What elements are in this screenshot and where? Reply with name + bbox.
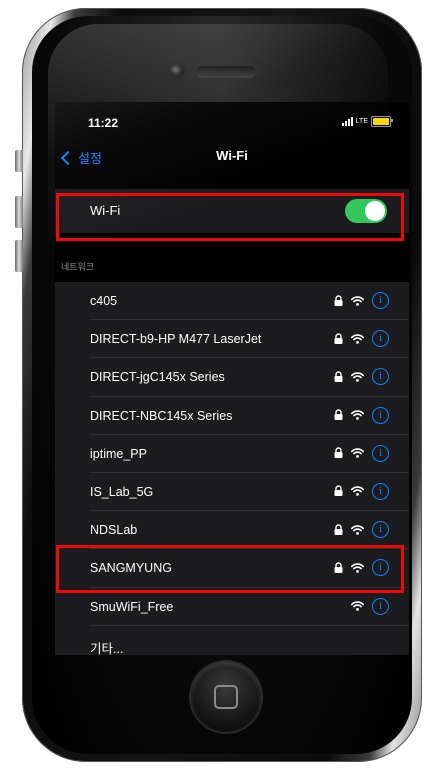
wifi-signal-icon — [351, 524, 364, 535]
toggle-knob — [365, 201, 385, 221]
network-item[interactable]: IS_Lab_5G i — [55, 473, 409, 512]
info-icon[interactable]: i — [372, 482, 389, 500]
networks-section-header: 네트워크 — [61, 262, 95, 272]
info-icon[interactable]: i — [372, 330, 389, 348]
network-name: iptime_PP — [90, 446, 147, 461]
network-item[interactable]: NDSLab i — [55, 511, 409, 550]
battery-icon — [371, 116, 393, 127]
wifi-signal-icon — [351, 410, 364, 420]
home-square-icon — [214, 685, 238, 709]
info-icon[interactable]: i — [372, 406, 389, 424]
wifi-signal-icon — [351, 486, 364, 497]
lock-icon — [334, 333, 343, 345]
screen: 11:22 LTE 설정 Wi-Fi Wi-Fi 네트워크 c405 i DIREC… — [55, 102, 409, 655]
network-name: SANGMYUNG — [90, 561, 172, 576]
wifi-signal-icon — [351, 333, 364, 344]
volume-down-button — [15, 240, 23, 272]
wifi-signal-icon — [351, 448, 364, 459]
network-icons: i — [334, 521, 389, 539]
wifi-toggle-switch[interactable] — [345, 199, 387, 223]
signal-icon — [341, 117, 353, 126]
earpiece-speaker — [196, 66, 256, 78]
network-type: LTE — [355, 118, 368, 125]
wifi-signal-icon — [351, 372, 364, 382]
wifi-signal-icon — [351, 601, 364, 611]
wifi-signal-icon — [351, 295, 364, 306]
info-icon[interactable]: i — [372, 292, 389, 309]
volume-up-button — [15, 196, 23, 228]
network-icons: i — [334, 368, 389, 386]
network-icons: i — [334, 482, 389, 500]
network-item[interactable]: DIRECT-NBC145x Series i — [55, 397, 409, 435]
info-icon[interactable]: i — [372, 368, 389, 386]
lock-icon — [334, 294, 343, 307]
info-icon[interactable]: i — [372, 559, 389, 577]
network-name: NDSLab — [90, 523, 138, 538]
wifi-toggle-label: Wi-Fi — [90, 203, 121, 218]
front-camera — [170, 64, 184, 78]
network-item[interactable]: iptime_PP i — [55, 435, 409, 473]
info-icon[interactable]: i — [372, 597, 389, 615]
network-icons: i — [334, 444, 389, 462]
network-name: IS_Lab_5G — [90, 484, 154, 499]
network-item[interactable]: DIRECT-jgC145x Series i — [55, 358, 409, 397]
info-icon[interactable]: i — [372, 444, 389, 462]
network-name: DIRECT-NBC145x Series — [90, 408, 233, 423]
network-item[interactable]: SmuWiFi_Free i — [55, 588, 409, 626]
network-icons: i — [334, 406, 389, 424]
lock-icon — [334, 409, 343, 421]
status-bar: 11:22 LTE — [55, 102, 409, 140]
network-icons: i — [334, 330, 389, 348]
lock-icon — [334, 371, 343, 383]
lock-icon — [334, 562, 343, 574]
network-icons: i — [351, 597, 389, 615]
network-item[interactable]: DIRECT-b9-HP M477 LaserJet i — [55, 320, 409, 359]
home-button[interactable] — [191, 662, 261, 732]
network-name: DIRECT-b9-HP M477 LaserJet — [90, 332, 262, 347]
lock-icon — [334, 485, 343, 497]
network-name: 기타... — [90, 641, 124, 655]
lock-icon — [334, 523, 343, 536]
network-icons: i — [334, 292, 389, 309]
network-icons: i — [334, 559, 389, 577]
network-name: SmuWiFi_Free — [90, 599, 174, 614]
wifi-toggle-row: Wi-Fi — [55, 189, 409, 233]
network-name: c405 — [90, 294, 118, 308]
status-indicators: LTE — [341, 116, 393, 127]
mute-switch — [15, 150, 23, 172]
network-item[interactable]: c405 i — [55, 282, 409, 321]
status-time: 11:22 — [88, 116, 119, 130]
navigation-bar: 설정 Wi-Fi — [55, 140, 409, 170]
info-icon[interactable]: i — [372, 521, 389, 539]
network-list: c405 i DIRECT-b9-HP M477 LaserJet i DIRECT-j… — [55, 282, 409, 655]
lock-icon — [334, 447, 343, 459]
network-item[interactable]: SANGMYUNG i — [55, 549, 409, 588]
network-name: DIRECT-jgC145x Series — [90, 370, 225, 385]
wifi-signal-icon — [351, 563, 364, 573]
other-network-item[interactable]: 기타... — [55, 626, 409, 655]
page-title: Wi-Fi — [216, 148, 248, 163]
